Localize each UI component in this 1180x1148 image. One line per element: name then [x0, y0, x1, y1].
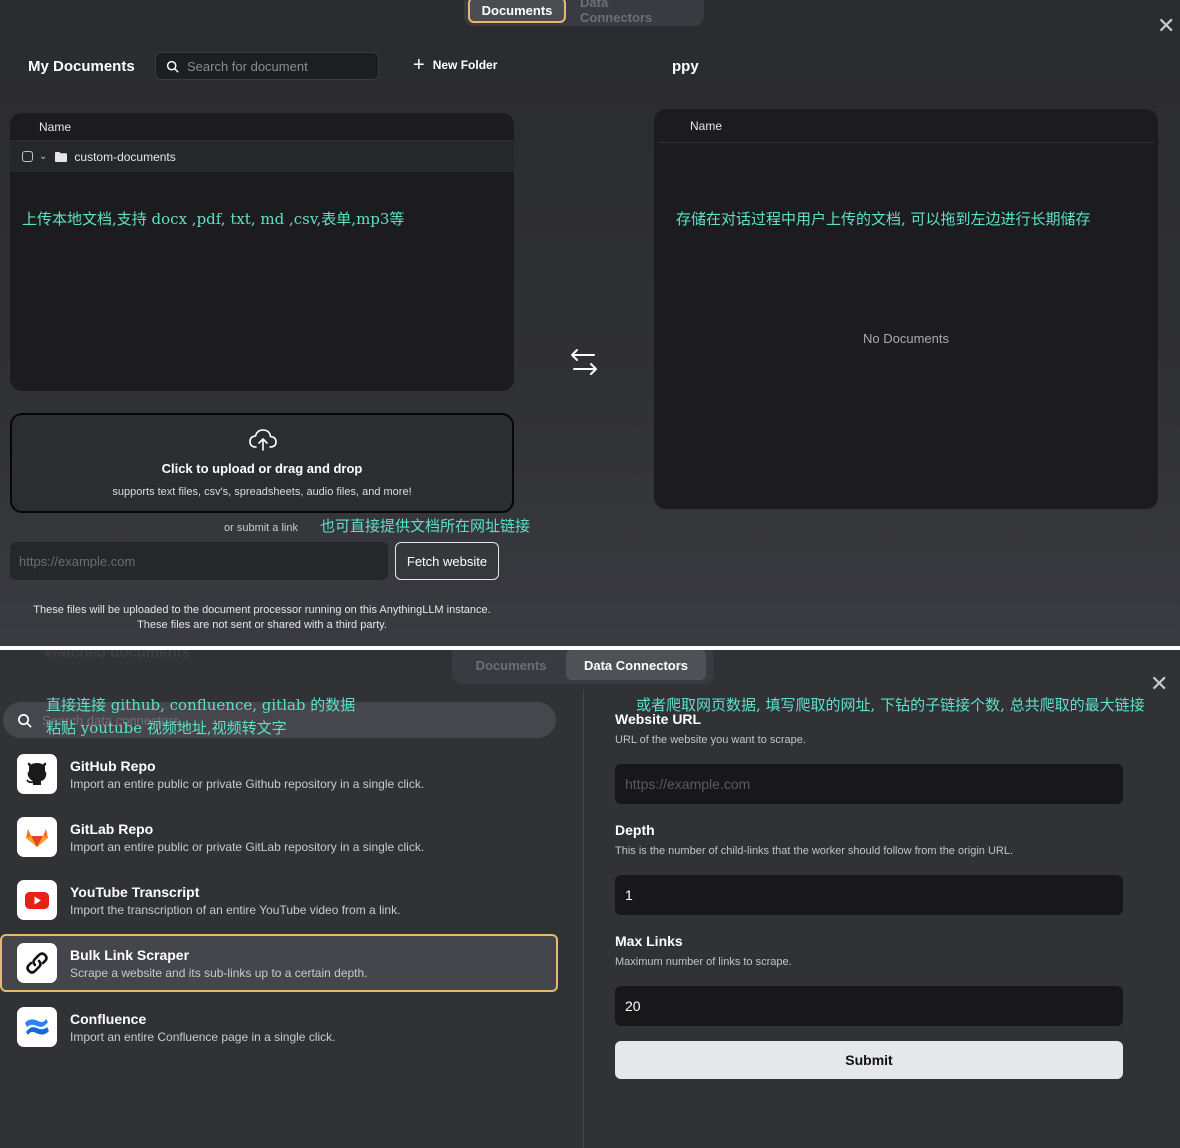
annotation-scraper: 或者爬取网页数据, 填写爬取的网址, 下钻的子链接个数, 总共爬取的最大链接: [636, 696, 1145, 714]
disclaimer-line-2: These files are not sent or shared with …: [137, 619, 387, 631]
connector-description: Import the transcription of an entire Yo…: [70, 902, 401, 917]
depth-label: Depth: [615, 822, 655, 838]
workspace-title: ppy: [672, 58, 699, 75]
my-documents-title: My Documents: [28, 58, 135, 75]
data-connectors-modal: Watched documents Documents Data Connect…: [0, 650, 1180, 1148]
confluence-icon: [17, 1007, 57, 1047]
annotation-workspace: 存储在对话过程中用户上传的文档, 可以拖到左边进行长期储存: [676, 210, 1091, 228]
documents-modal: Documents Data Connectors ✕ My Documents…: [0, 0, 1180, 646]
annotation-upload: 上传本地文档,支持 docx ,pdf, txt, md ,csv,表单,mp3…: [22, 210, 405, 228]
website-url-label: Website URL: [615, 711, 702, 727]
connector-github[interactable]: GitHub Repo Import an entire public or p…: [0, 745, 558, 803]
plus-icon: +: [413, 54, 425, 76]
cloud-upload-icon: [249, 429, 277, 451]
or-submit-link-label: or submit a link: [224, 522, 298, 534]
annotation-link: 也可直接提供文档所在网址链接: [320, 517, 531, 535]
empty-state: No Documents: [863, 331, 949, 346]
chevron-down-icon[interactable]: ⌄: [39, 151, 47, 162]
new-folder-button[interactable]: + New Folder: [413, 54, 498, 76]
tab-documents[interactable]: Documents: [468, 0, 566, 23]
connector-description: Import an entire Confluence page in a si…: [70, 1029, 336, 1044]
connector-title: GitLab Repo: [70, 820, 154, 837]
fetch-website-button[interactable]: Fetch website: [395, 542, 499, 580]
folder-name: custom-documents: [74, 149, 176, 164]
close-icon[interactable]: ✕: [1157, 16, 1175, 38]
max-links-label: Max Links: [615, 933, 683, 949]
max-links-help: Maximum number of links to scrape.: [615, 956, 792, 968]
disclaimer: These files will be uploaded to the docu…: [10, 603, 514, 633]
column-divider: [583, 690, 584, 1148]
youtube-icon: [17, 880, 57, 920]
folder-row[interactable]: ⌄ custom-documents: [10, 141, 514, 172]
depth-input[interactable]: [615, 875, 1123, 915]
annotation-connectors-1: 直接连接 github, confluence, gitlab 的数据: [46, 696, 356, 714]
new-folder-label: New Folder: [432, 58, 498, 72]
max-links-input[interactable]: [615, 986, 1123, 1026]
upload-subtitle: supports text files, csv's, spreadsheets…: [112, 486, 412, 498]
workspace-documents-table: Name No Documents: [654, 109, 1158, 509]
search-icon: [18, 713, 32, 727]
connectors-list-column: 直接连接 github, confluence, gitlab 的数据 粘贴 y…: [0, 650, 583, 1148]
column-header-name: Name: [658, 109, 1154, 143]
column-header-name: Name: [10, 113, 514, 141]
connector-youtube[interactable]: YouTube Transcript Import the transcript…: [0, 871, 558, 929]
connector-gitlab[interactable]: GitLab Repo Import an entire public or p…: [0, 808, 558, 866]
search-icon: [166, 60, 179, 73]
gitlab-icon: [17, 817, 57, 857]
modal-tabs: Documents Data Connectors: [464, 0, 704, 26]
github-icon: [17, 754, 57, 794]
connector-description: Import an entire public or private GitLa…: [70, 839, 425, 854]
connector-bulk-link-scraper[interactable]: Bulk Link Scraper Scrape a website and i…: [0, 934, 558, 992]
connector-title: YouTube Transcript: [70, 883, 200, 900]
upload-title: Click to upload or drag and drop: [161, 461, 363, 476]
connector-confluence[interactable]: Confluence Import an entire Confluence p…: [0, 998, 558, 1056]
search-input[interactable]: [187, 58, 367, 74]
disclaimer-line-1: These files will be uploaded to the docu…: [33, 604, 491, 616]
folder-icon: [55, 151, 68, 162]
document-search[interactable]: [155, 52, 379, 80]
connector-description: Scrape a website and its sub-links up to…: [70, 965, 368, 980]
folder-checkbox[interactable]: [22, 151, 33, 162]
connector-title: Confluence: [70, 1010, 147, 1027]
tab-data-connectors[interactable]: Data Connectors: [566, 650, 706, 680]
connector-title: GitHub Repo: [70, 757, 156, 774]
my-documents-table: Name ⌄ custom-documents: [10, 113, 514, 391]
swap-arrows-icon[interactable]: [568, 346, 600, 378]
link-icon: [17, 943, 57, 983]
depth-help: This is the number of child-links that t…: [615, 845, 1014, 857]
tab-data-connectors[interactable]: Data Connectors: [566, 0, 694, 25]
close-icon[interactable]: ✕: [1150, 674, 1168, 696]
website-url-input[interactable]: [615, 764, 1123, 804]
annotation-connectors-2: 粘贴 youtube 视频地址,视频转文字: [46, 719, 287, 737]
connector-description: Import an entire public or private Githu…: [70, 776, 425, 791]
submit-button[interactable]: Submit: [615, 1041, 1123, 1079]
link-input[interactable]: [10, 542, 388, 580]
website-url-help: URL of the website you want to scrape.: [615, 734, 806, 746]
upload-dropzone[interactable]: Click to upload or drag and drop support…: [10, 413, 514, 513]
connector-title: Bulk Link Scraper: [70, 946, 190, 963]
